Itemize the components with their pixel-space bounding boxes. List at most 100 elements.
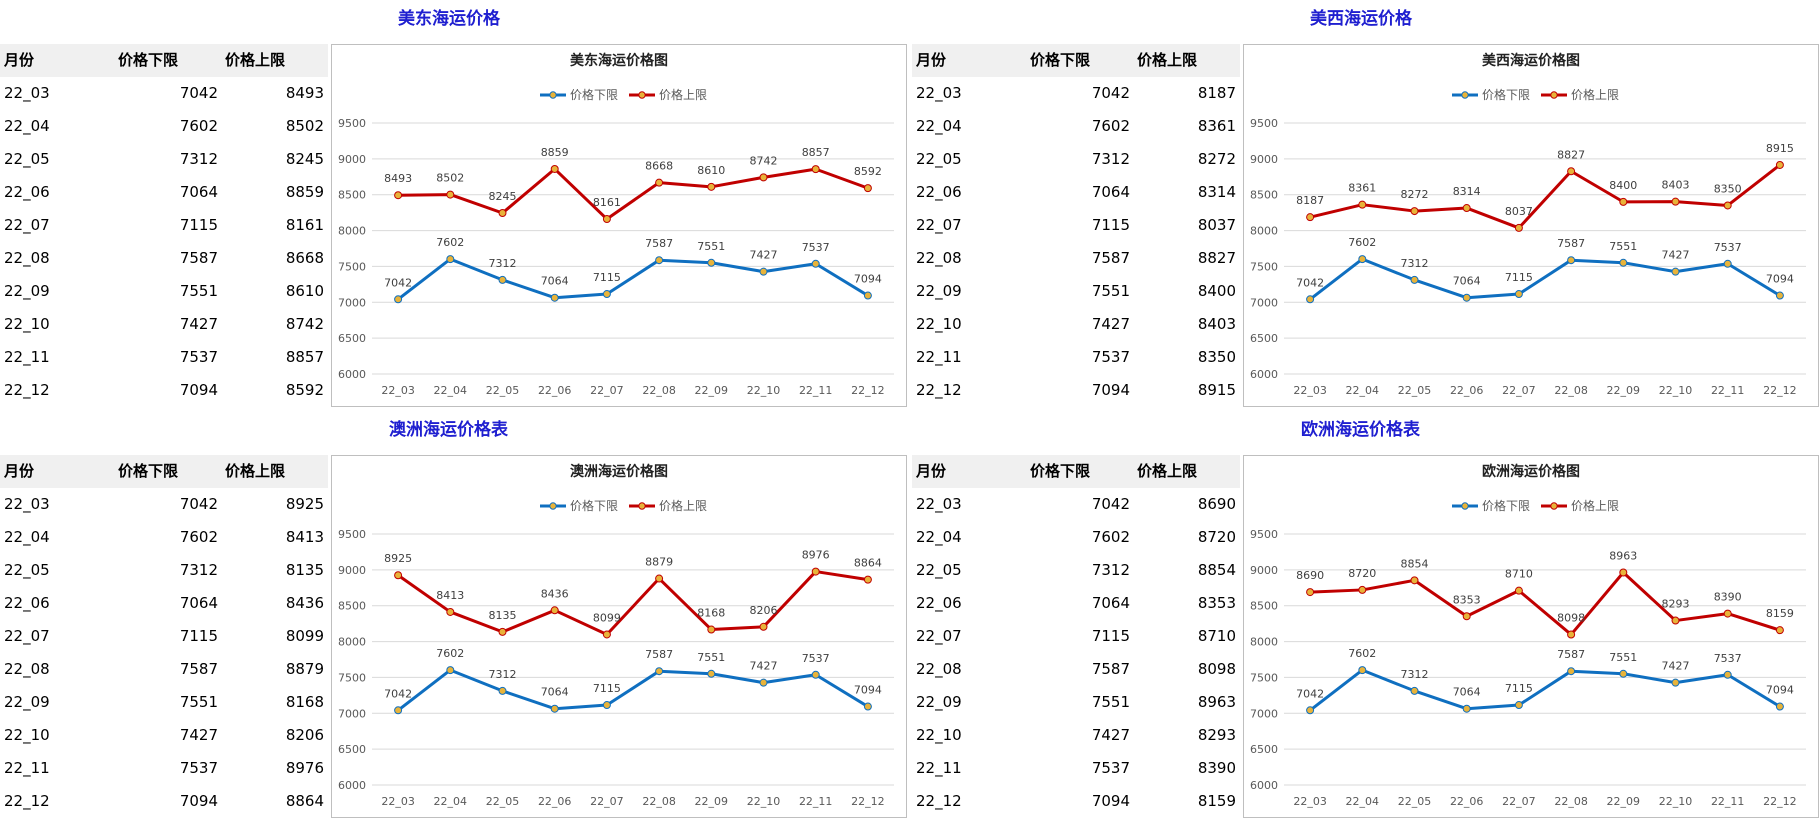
data-label: 7042 [384, 276, 412, 289]
cell-price-high: 8353 [1197, 594, 1236, 612]
price-table: 月份 价格下限 价格上限 22_03 7042 8187 22_04 7602 8361 22_0… [912, 44, 1240, 407]
data-point [1775, 291, 1784, 300]
data-label: 7587 [645, 648, 673, 661]
data-label: 8742 [750, 154, 778, 167]
data-label: 8827 [1557, 148, 1585, 161]
cell-month: 22_05 [4, 150, 50, 168]
x-tick-label: 22_07 [1502, 384, 1536, 397]
table-row: 22_06 7064 8436 [0, 587, 328, 620]
y-tick-label: 8000 [338, 636, 366, 649]
table-row: 22_10 7427 8742 [0, 308, 328, 341]
cell-price-low: 7427 [1091, 315, 1130, 333]
data-label: 7602 [436, 647, 464, 660]
data-label: 7427 [1662, 249, 1690, 262]
table-row: 22_03 7042 8690 [912, 488, 1240, 521]
y-tick-label: 6500 [1250, 743, 1278, 756]
header-month: 月份 [916, 51, 947, 69]
y-tick-label: 6000 [338, 368, 366, 381]
data-label: 8159 [1766, 607, 1794, 620]
cell-month: 22_12 [4, 381, 50, 399]
cell-month: 22_07 [916, 216, 962, 234]
cell-price-high: 8610 [285, 282, 324, 300]
table-row: 22_11 7537 8350 [912, 341, 1240, 374]
cell-price-high: 8859 [285, 183, 324, 201]
table-row: 22_03 7042 8925 [0, 488, 328, 521]
data-label: 8864 [854, 557, 882, 570]
cell-price-low: 7537 [179, 348, 218, 366]
data-point [1358, 585, 1367, 594]
cell-price-low: 7602 [179, 528, 218, 546]
data-label: 7537 [802, 652, 830, 665]
data-label: 7602 [1348, 236, 1376, 249]
y-tick-label: 9000 [338, 153, 366, 166]
cell-price-high: 8099 [285, 627, 324, 645]
data-label: 7427 [750, 660, 778, 673]
x-tick-label: 22_12 [851, 795, 885, 808]
cell-month: 22_11 [916, 348, 962, 366]
legend-label: 价格上限 [1571, 87, 1619, 102]
cell-price-low: 7312 [179, 150, 218, 168]
x-tick-label: 22_08 [642, 795, 676, 808]
cell-price-low: 7602 [1091, 117, 1130, 135]
data-label: 7312 [489, 257, 517, 270]
data-point [602, 630, 611, 639]
cell-price-high: 8187 [1197, 84, 1236, 102]
table-row: 22_03 7042 8493 [0, 77, 328, 110]
data-label: 8963 [1609, 550, 1637, 563]
cell-price-high: 8742 [285, 315, 324, 333]
data-label: 7042 [1296, 276, 1324, 289]
data-label: 7064 [1453, 275, 1481, 288]
data-label: 7587 [1557, 237, 1585, 250]
line-chart-svg: 美西海运价格图价格下限 价格上限 6000 6500 7000 7500 8000 8500 9… [1250, 52, 1806, 397]
data-point [446, 666, 455, 675]
data-point [1462, 204, 1471, 213]
cell-price-low: 7064 [1091, 594, 1130, 612]
y-tick-label: 7000 [1250, 707, 1278, 720]
cell-month: 22_06 [916, 594, 962, 612]
cell-price-low: 7427 [179, 315, 218, 333]
cell-month: 22_03 [4, 84, 50, 102]
data-point [1619, 568, 1628, 577]
data-label: 8720 [1348, 567, 1376, 580]
legend-marker [1461, 502, 1469, 510]
y-tick-label: 6500 [1250, 332, 1278, 345]
x-tick-label: 22_11 [799, 795, 833, 808]
data-label: 7587 [645, 237, 673, 250]
data-point [707, 669, 716, 678]
cell-price-low: 7537 [1091, 759, 1130, 777]
header-price-high: 价格上限 [1137, 462, 1198, 480]
table-row: 22_10 7427 8293 [912, 719, 1240, 752]
data-point [446, 255, 455, 264]
data-label: 8350 [1714, 182, 1742, 195]
cell-price-high: 8854 [1197, 561, 1236, 579]
cell-month: 22_07 [4, 216, 50, 234]
data-label: 7427 [750, 249, 778, 262]
data-point [759, 622, 768, 631]
data-point [1306, 295, 1315, 304]
y-tick-label: 8500 [338, 600, 366, 613]
cell-price-high: 8159 [1197, 792, 1236, 810]
cell-price-low: 7587 [1091, 249, 1130, 267]
data-label: 7115 [1505, 682, 1533, 695]
x-tick-label: 22_12 [1763, 384, 1797, 397]
data-label: 8098 [1557, 612, 1585, 625]
cell-price-high: 8690 [1197, 495, 1236, 513]
cell-month: 22_10 [4, 315, 50, 333]
y-tick-label: 7500 [338, 260, 366, 273]
cell-month: 22_07 [916, 627, 962, 645]
data-point [1306, 706, 1315, 715]
table-row: 22_06 7064 8353 [912, 587, 1240, 620]
cell-price-high: 8314 [1197, 183, 1236, 201]
header-price-low: 价格下限 [1030, 51, 1091, 69]
cell-price-low: 7587 [179, 660, 218, 678]
data-label: 8245 [489, 190, 517, 203]
cell-month: 22_12 [916, 381, 962, 399]
price-table: 月份 价格下限 价格上限 22_03 7042 8690 22_04 7602 8720 22_0… [912, 455, 1240, 818]
x-tick-label: 22_11 [799, 384, 833, 397]
data-point [1775, 626, 1784, 635]
table-row: 22_08 7587 8668 [0, 242, 328, 275]
x-tick-label: 22_10 [1659, 795, 1693, 808]
data-point [759, 678, 768, 687]
data-point [1619, 197, 1628, 206]
data-point [1567, 630, 1576, 639]
